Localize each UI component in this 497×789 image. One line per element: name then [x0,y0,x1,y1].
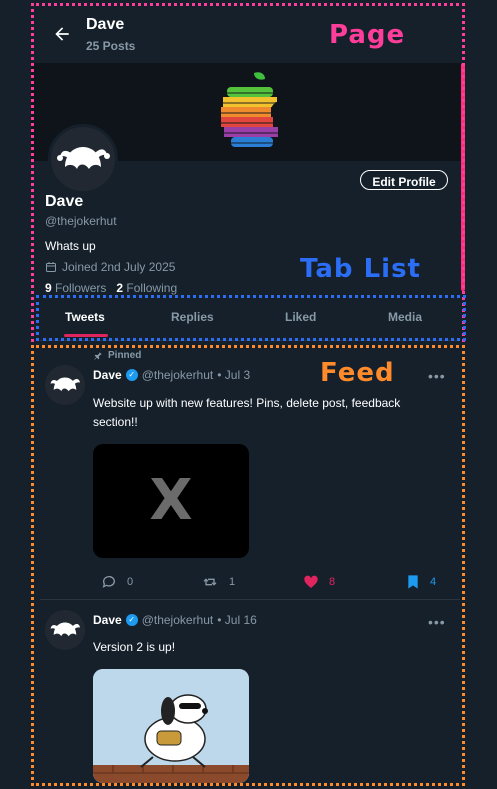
tablist-region-outline [36,295,466,341]
page-annotation-label: Page [329,20,406,50]
feed-annotation-label: Feed [320,358,395,388]
feed-region-outline [31,345,465,786]
tablist-annotation-label: Tab List [300,254,421,284]
